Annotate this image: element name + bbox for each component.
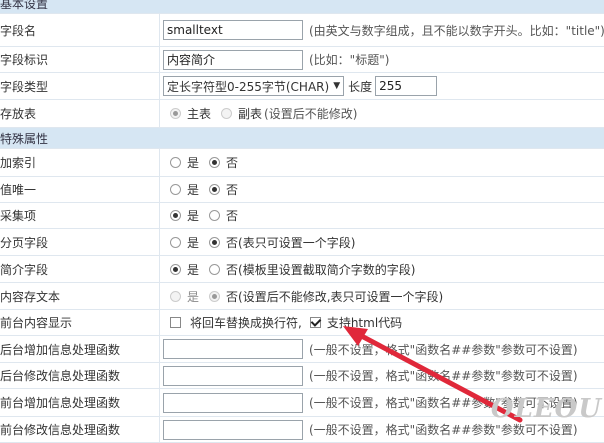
section-title: 基本设置 (0, 0, 49, 11)
row-field-type: 字段类型 定长字符型0-255字节(CHAR) ▼ 长度 255 (0, 73, 604, 100)
page-field-yes-radio[interactable] (170, 236, 181, 248)
page-field-no-radio[interactable] (209, 236, 221, 248)
field-type-select[interactable]: 定长字符型0-255字节(CHAR) ▼ (163, 76, 345, 96)
front-display-label: 前台内容显示 (0, 310, 160, 335)
unique-yes-label: 是 (187, 183, 200, 197)
store-table-label: 存放表 (0, 100, 160, 127)
index-yes-label: 是 (187, 156, 200, 170)
replace-br-checkbox[interactable] (170, 317, 181, 328)
section-header-basic: 基本设置 (0, 0, 604, 14)
row-page-field: 分页字段 是 否(表只可设置一个字段) (0, 229, 604, 256)
bg-add-func-label: 后台增加信息处理函数 (0, 336, 160, 362)
chevron-down-icon: ▼ (333, 81, 341, 91)
row-front-display: 前台内容显示 将回车替换成换行符, 支持html代码 (0, 310, 604, 336)
page-field-no-label: 否(表只可设置一个字段) (226, 235, 356, 250)
field-id-input[interactable]: 内容简介 (163, 49, 303, 70)
bg-edit-func-label: 后台修改信息处理函数 (0, 363, 160, 388)
length-label: 长度 (348, 79, 373, 94)
bg-edit-func-hint: (一般不设置，格式"函数名##参数"参数可不设置) (309, 369, 578, 383)
fg-edit-func-input[interactable] (163, 419, 303, 440)
store-main-label: 主表 (187, 107, 212, 121)
summary-no-label: 否(模板里设置截取简介字数的字段) (226, 262, 416, 277)
unique-yes-radio[interactable] (170, 184, 181, 195)
collect-yes-radio[interactable] (170, 210, 181, 221)
collect-no-radio[interactable] (209, 210, 221, 221)
fg-add-func-input[interactable] (163, 392, 303, 413)
page-field-label: 分页字段 (0, 229, 160, 255)
fg-add-func-label: 前台增加信息处理函数 (0, 389, 160, 416)
unique-no-radio[interactable] (209, 184, 221, 195)
summary-no-radio[interactable] (209, 263, 221, 275)
field-id-hint: (比如："标题") (309, 53, 390, 67)
page-field-yes-label: 是 (187, 235, 200, 250)
row-field-name: 字段名 smalltext (由英文与数字组成，且不能以数字开头。比如："tit… (0, 14, 604, 47)
watermark-logo: OLEOU (490, 394, 602, 424)
row-bg-add-func: 后台增加信息处理函数 (一般不设置，格式"函数名##参数"参数可不设置) (0, 336, 604, 363)
field-name-hint: (由英文与数字组成，且不能以数字开头。比如："title") (309, 23, 604, 38)
html-support-checkbox[interactable] (309, 317, 321, 328)
field-type-selected: 定长字符型0-255字节(CHAR) (167, 79, 330, 94)
field-name-input[interactable]: smalltext (163, 20, 303, 40)
section-title: 特殊属性 (0, 132, 49, 146)
fg-edit-func-label: 前台修改信息处理函数 (0, 417, 160, 442)
index-no-radio[interactable] (209, 157, 221, 168)
length-input[interactable]: 255 (375, 76, 438, 96)
row-unique: 值唯一 是 否 (0, 177, 604, 203)
collect-no-label: 否 (226, 209, 239, 223)
row-index: 加索引 是 否 (0, 149, 604, 177)
collect-label: 采集项 (0, 203, 160, 228)
index-label: 加索引 (0, 149, 160, 176)
row-store-table: 存放表 主表 副表 (设置后不能修改) (0, 100, 604, 128)
row-summary-field: 简介字段 是 否(模板里设置截取简介字数的字段) (0, 256, 604, 283)
content-text-yes-radio[interactable] (170, 290, 181, 302)
bg-add-func-hint: (一般不设置，格式"函数名##参数"参数可不设置) (309, 342, 578, 357)
store-table-hint: (设置后不能修改) (264, 107, 358, 121)
content-text-label: 内容存文本 (0, 283, 160, 309)
content-text-no-label: 否(设置后不能修改,表只可设置一个字段) (226, 289, 444, 304)
section-header-special: 特殊属性 (0, 128, 604, 149)
unique-label: 值唯一 (0, 177, 160, 202)
replace-br-label: 将回车替换成换行符, (190, 316, 302, 330)
store-sub-label: 副表 (238, 107, 263, 121)
row-collect: 采集项 是 否 (0, 203, 604, 229)
bg-add-func-input[interactable] (163, 339, 303, 359)
row-content-text: 内容存文本 是 否(设置后不能修改,表只可设置一个字段) (0, 283, 604, 310)
store-main-radio[interactable] (170, 108, 181, 119)
summary-yes-label: 是 (187, 262, 200, 277)
row-field-id: 字段标识 内容简介 (比如："标题") (0, 47, 604, 73)
row-bg-edit-func: 后台修改信息处理函数 (一般不设置，格式"函数名##参数"参数可不设置) (0, 363, 604, 389)
html-support-label: 支持html代码 (326, 316, 403, 330)
field-id-label: 字段标识 (0, 47, 160, 72)
summary-field-label: 简介字段 (0, 256, 160, 282)
index-yes-radio[interactable] (170, 157, 181, 168)
content-text-no-radio[interactable] (209, 290, 221, 302)
store-sub-radio[interactable] (221, 108, 233, 119)
unique-no-label: 否 (226, 183, 239, 197)
field-name-label: 字段名 (0, 14, 160, 46)
collect-yes-label: 是 (187, 209, 200, 223)
summary-yes-radio[interactable] (170, 263, 181, 275)
field-type-label: 字段类型 (0, 73, 160, 99)
bg-edit-func-input[interactable] (163, 365, 303, 386)
content-text-yes-label: 是 (187, 289, 200, 304)
index-no-label: 否 (226, 156, 239, 170)
